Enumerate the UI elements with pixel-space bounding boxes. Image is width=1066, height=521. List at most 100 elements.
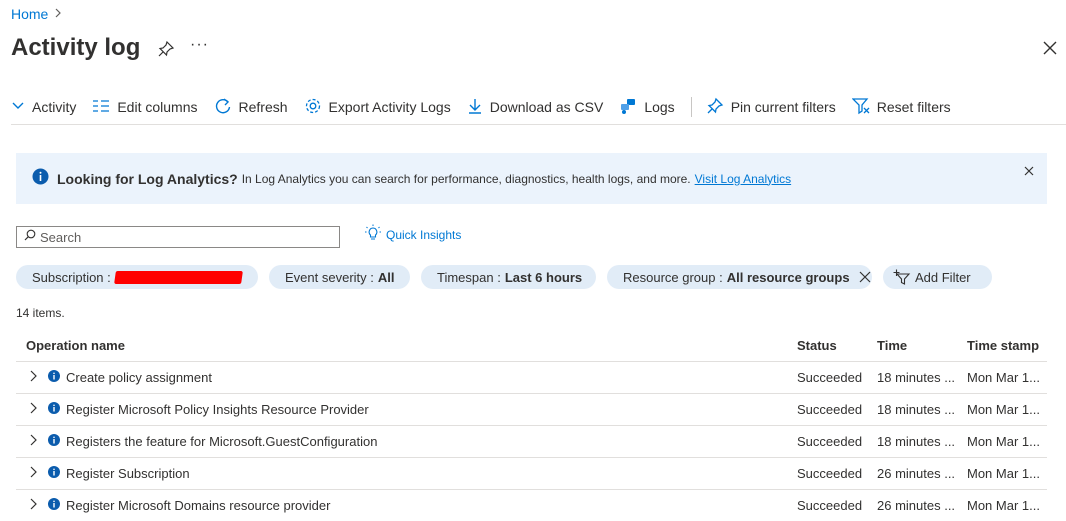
severity-filter-label: Event severity : [285, 269, 374, 285]
timestamp-cell: Mon Mar 1... [967, 434, 1040, 449]
banner-text: In Log Analytics you can search for perf… [241, 171, 691, 186]
info-banner: Looking for Log Analytics? In Log Analyt… [16, 153, 1047, 204]
status-cell: Succeeded [797, 434, 863, 449]
info-icon [48, 466, 60, 481]
close-icon[interactable] [1040, 38, 1060, 58]
pin-icon [706, 97, 724, 118]
breadcrumb-home-link[interactable]: Home [11, 6, 48, 22]
chevron-down-icon [11, 99, 25, 116]
chevron-right-icon[interactable] [28, 466, 38, 481]
quick-insights-link[interactable]: Quick Insights [364, 224, 461, 245]
time-cell: 26 minutes ... [877, 466, 956, 481]
columns-icon [92, 99, 110, 116]
info-icon [48, 434, 60, 449]
column-header-operation[interactable]: Operation name [16, 338, 797, 353]
table-row[interactable]: Register Microsoft Policy Insights Resou… [16, 394, 1047, 426]
pin-current-filters-button[interactable]: Pin current filters [706, 97, 836, 118]
gear-icon [304, 97, 322, 118]
column-header-status[interactable]: Status [797, 338, 877, 353]
time-cell: 18 minutes ... [877, 434, 956, 449]
command-bar: Activity Edit columns Refresh Export Act… [11, 94, 967, 120]
timestamp-cell: Mon Mar 1... [967, 402, 1040, 417]
toolbar-divider-line [11, 124, 1066, 125]
timestamp-cell: Mon Mar 1... [967, 466, 1040, 481]
operation-name: Registers the feature for Microsoft.Gues… [66, 434, 378, 449]
visit-log-analytics-link[interactable]: Visit Log Analytics [695, 172, 792, 186]
edit-columns-button[interactable]: Edit columns [92, 99, 198, 116]
activity-label: Activity [32, 99, 77, 115]
download-label: Download as CSV [489, 99, 604, 115]
status-cell: Succeeded [797, 402, 863, 417]
status-cell: Succeeded [797, 498, 863, 513]
add-filter-button[interactable]: Add Filter [883, 265, 992, 289]
operation-name: Register Microsoft Domains resource prov… [66, 498, 331, 513]
status-cell: Succeeded [797, 466, 863, 481]
refresh-icon [214, 97, 232, 118]
toolbar-divider [690, 97, 692, 117]
timespan-filter-value: Last 6 hours [504, 269, 583, 285]
column-header-time[interactable]: Time [877, 338, 967, 353]
status-cell: Succeeded [797, 370, 863, 385]
timespan-filter-label: Timespan : [437, 269, 501, 285]
reset-filters-button[interactable]: Reset filters [851, 97, 951, 118]
table-row[interactable]: Register Microsoft Domains resource prov… [16, 490, 1047, 521]
table-header: Operation name Status Time Time stamp [16, 330, 1047, 362]
chevron-right-icon[interactable] [28, 498, 38, 513]
redacted-subscription [113, 270, 243, 284]
banner-title: Looking for Log Analytics? [57, 170, 238, 187]
info-icon [48, 370, 60, 385]
subscription-filter-pill[interactable]: Subscription : [16, 265, 258, 289]
table-row[interactable]: Register Subscription Succeeded 26 minut… [16, 458, 1047, 490]
more-options-button[interactable]: ··· [190, 36, 209, 54]
severity-filter-pill[interactable]: Event severity : All [269, 265, 410, 289]
table-row[interactable]: Create policy assignment Succeeded 18 mi… [16, 362, 1047, 394]
activity-table: Operation name Status Time Time stamp Cr… [16, 330, 1047, 521]
quick-insights-label: Quick Insights [386, 227, 462, 242]
severity-filter-value: All [377, 269, 395, 285]
timestamp-cell: Mon Mar 1... [967, 498, 1040, 513]
close-icon[interactable] [1022, 164, 1036, 178]
export-label: Export Activity Logs [328, 99, 451, 115]
info-icon [48, 402, 60, 417]
refresh-label: Refresh [238, 99, 288, 115]
add-filter-icon [893, 269, 911, 285]
edit-columns-label: Edit columns [117, 99, 198, 115]
column-header-timestamp[interactable]: Time stamp [967, 338, 1047, 353]
resource-group-filter-pill[interactable]: Resource group : All resource groups [607, 265, 872, 289]
pin-filters-label: Pin current filters [730, 99, 836, 115]
activity-button[interactable]: Activity [11, 99, 76, 116]
refresh-button[interactable]: Refresh [214, 97, 288, 118]
logs-button[interactable]: Logs [619, 97, 675, 118]
search-box [16, 226, 340, 248]
close-icon[interactable] [858, 270, 872, 284]
logs-icon [619, 97, 637, 118]
page-title: Activity log [11, 34, 141, 61]
item-count: 14 items. [16, 306, 65, 320]
operation-name: Create policy assignment [66, 370, 212, 385]
time-cell: 18 minutes ... [877, 370, 956, 385]
table-row[interactable]: Registers the feature for Microsoft.Gues… [16, 426, 1047, 458]
operation-name: Register Microsoft Policy Insights Resou… [66, 402, 369, 417]
timespan-filter-pill[interactable]: Timespan : Last 6 hours [421, 265, 596, 289]
rg-filter-label: Resource group : [623, 269, 723, 285]
logs-label: Logs [644, 99, 675, 115]
timestamp-cell: Mon Mar 1... [967, 370, 1040, 385]
rg-filter-value: All resource groups [726, 269, 850, 285]
time-cell: 26 minutes ... [877, 498, 956, 513]
lightbulb-icon [364, 224, 382, 245]
download-icon [467, 97, 483, 118]
pin-icon[interactable] [157, 40, 175, 58]
operation-name: Register Subscription [66, 466, 190, 481]
chevron-right-icon [54, 7, 62, 21]
info-icon [48, 498, 60, 513]
download-csv-button[interactable]: Download as CSV [467, 97, 604, 118]
chevron-right-icon[interactable] [28, 402, 38, 417]
chevron-right-icon[interactable] [28, 370, 38, 385]
export-activity-logs-button[interactable]: Export Activity Logs [304, 97, 451, 118]
filter-reset-icon [851, 97, 870, 118]
search-icon [17, 228, 40, 246]
info-icon [32, 168, 49, 190]
subscription-filter-label: Subscription : [32, 269, 111, 285]
chevron-right-icon[interactable] [28, 434, 38, 449]
search-input[interactable] [40, 229, 320, 245]
